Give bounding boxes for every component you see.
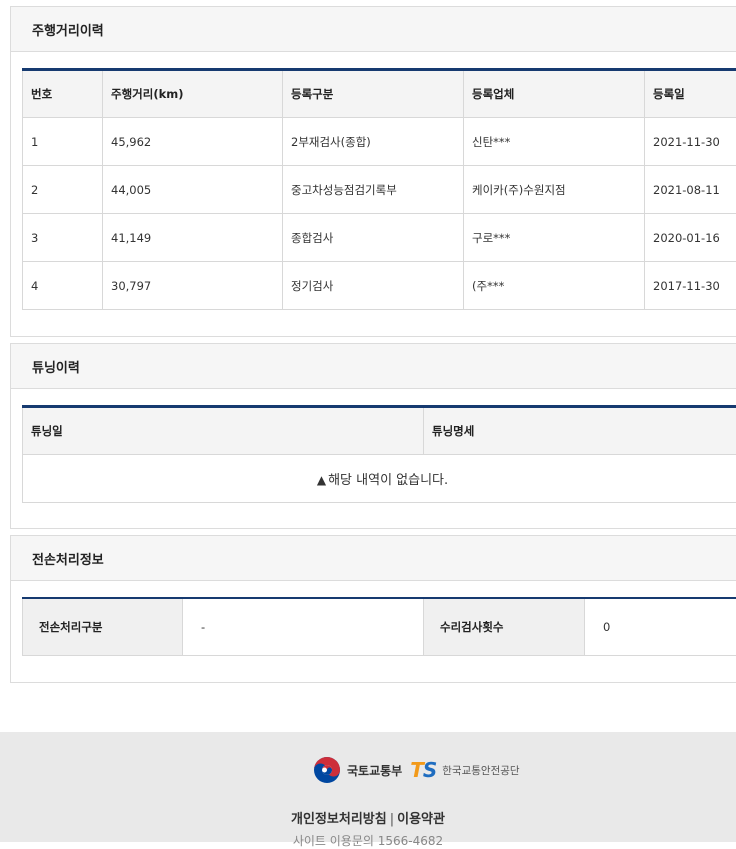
cell-registration-date: 2017-11-30 — [645, 262, 736, 310]
cell-registration-type: 정기검사 — [283, 262, 464, 310]
cell-registrant: 구로*** — [464, 214, 645, 262]
tuning-history-title: 튜닝이력 — [11, 344, 736, 389]
total-loss-type-label: 전손처리구분 — [23, 598, 183, 656]
cell-mileage: 30,797 — [103, 262, 283, 310]
cell-mileage: 44,005 — [103, 166, 283, 214]
privacy-policy-link[interactable]: 개인정보처리방침 — [291, 812, 387, 827]
cell-number: 1 — [23, 118, 103, 166]
repair-inspection-count-label: 수리검사횟수 — [424, 598, 585, 656]
cell-registrant: 케이카(주)수원지점 — [464, 166, 645, 214]
tuning-history-table: 튜닝일 튜닝명세 ▲해당 내역이 없습니다. — [22, 405, 736, 503]
cell-registration-date: 2021-11-30 — [645, 118, 736, 166]
column-header-tuning-date: 튜닝일 — [23, 407, 424, 455]
taegeuk-emblem-icon — [313, 756, 341, 784]
cell-number: 3 — [23, 214, 103, 262]
table-row: 전손처리구분 - 수리검사횟수 0 — [23, 598, 736, 656]
mileage-history-panel: 주행거리이력 번호 주행거리(km) 등록구분 등록업체 등록일 1 45,96… — [10, 6, 736, 337]
table-row: 2 44,005 중고차성능점검기록부 케이카(주)수원지점 2021-08-1… — [23, 166, 736, 214]
mileage-history-title: 주행거리이력 — [11, 7, 736, 52]
column-header-registrant: 등록업체 — [464, 70, 645, 118]
cell-registration-date: 2021-08-11 — [645, 166, 736, 214]
column-header-registration-type: 등록구분 — [283, 70, 464, 118]
tuning-history-panel: 튜닝이력 튜닝일 튜닝명세 ▲해당 내역이 없습니다. — [10, 343, 736, 529]
cell-registrant: 신탄*** — [464, 118, 645, 166]
cell-number: 4 — [23, 262, 103, 310]
footer-links: 개인정보처리방침|이용약관 — [0, 808, 736, 827]
table-row: 3 41,149 종합검사 구로*** 2020-01-16 — [23, 214, 736, 262]
agency-logo-text: 한국교통안전공단 — [442, 763, 519, 778]
ts-logo: TS — [410, 758, 436, 782]
column-header-number: 번호 — [23, 70, 103, 118]
cell-registration-date: 2020-01-16 — [645, 214, 736, 262]
cell-registrant: (주*** — [464, 262, 645, 310]
empty-message: 해당 내역이 없습니다. — [328, 473, 448, 488]
footer-link-separator: | — [390, 812, 394, 827]
total-loss-type-value: - — [183, 598, 424, 656]
column-header-mileage: 주행거리(km) — [103, 70, 283, 118]
ministry-logo-text: 국토교통부 — [347, 762, 402, 779]
total-loss-panel: 전손처리정보 전손처리구분 - 수리검사횟수 0 — [10, 535, 736, 683]
site-footer: 국토교통부 TS 한국교통안전공단 개인정보처리방침|이용약관 사이트 이용문의… — [0, 732, 736, 842]
table-row: 1 45,962 2부재검사(종합) 신탄*** 2021-11-30 — [23, 118, 736, 166]
column-header-registration-date: 등록일 — [645, 70, 736, 118]
table-row: 4 30,797 정기검사 (주*** 2017-11-30 — [23, 262, 736, 310]
warning-icon: ▲ — [317, 473, 326, 487]
total-loss-table: 전손처리구분 - 수리검사횟수 0 — [22, 597, 736, 656]
site-contact-info: 사이트 이용문의 1566-4682 — [0, 832, 736, 849]
terms-of-use-link[interactable]: 이용약관 — [397, 812, 445, 827]
empty-row: ▲해당 내역이 없습니다. — [23, 455, 736, 503]
mileage-history-table: 번호 주행거리(km) 등록구분 등록업체 등록일 1 45,962 2부재검사… — [22, 68, 736, 310]
column-header-tuning-details: 튜닝명세 — [424, 407, 736, 455]
cell-mileage: 45,962 — [103, 118, 283, 166]
cell-number: 2 — [23, 166, 103, 214]
cell-mileage: 41,149 — [103, 214, 283, 262]
footer-logos: 국토교통부 TS 한국교통안전공단 — [313, 756, 520, 784]
cell-registration-type: 중고차성능점검기록부 — [283, 166, 464, 214]
cell-registration-type: 종합검사 — [283, 214, 464, 262]
repair-inspection-count-value: 0 — [585, 598, 736, 656]
table-header-row: 튜닝일 튜닝명세 — [23, 407, 736, 455]
cell-registration-type: 2부재검사(종합) — [283, 118, 464, 166]
empty-message-cell: ▲해당 내역이 없습니다. — [23, 455, 736, 503]
table-header-row: 번호 주행거리(km) 등록구분 등록업체 등록일 — [23, 70, 736, 118]
total-loss-title: 전손처리정보 — [11, 536, 736, 581]
